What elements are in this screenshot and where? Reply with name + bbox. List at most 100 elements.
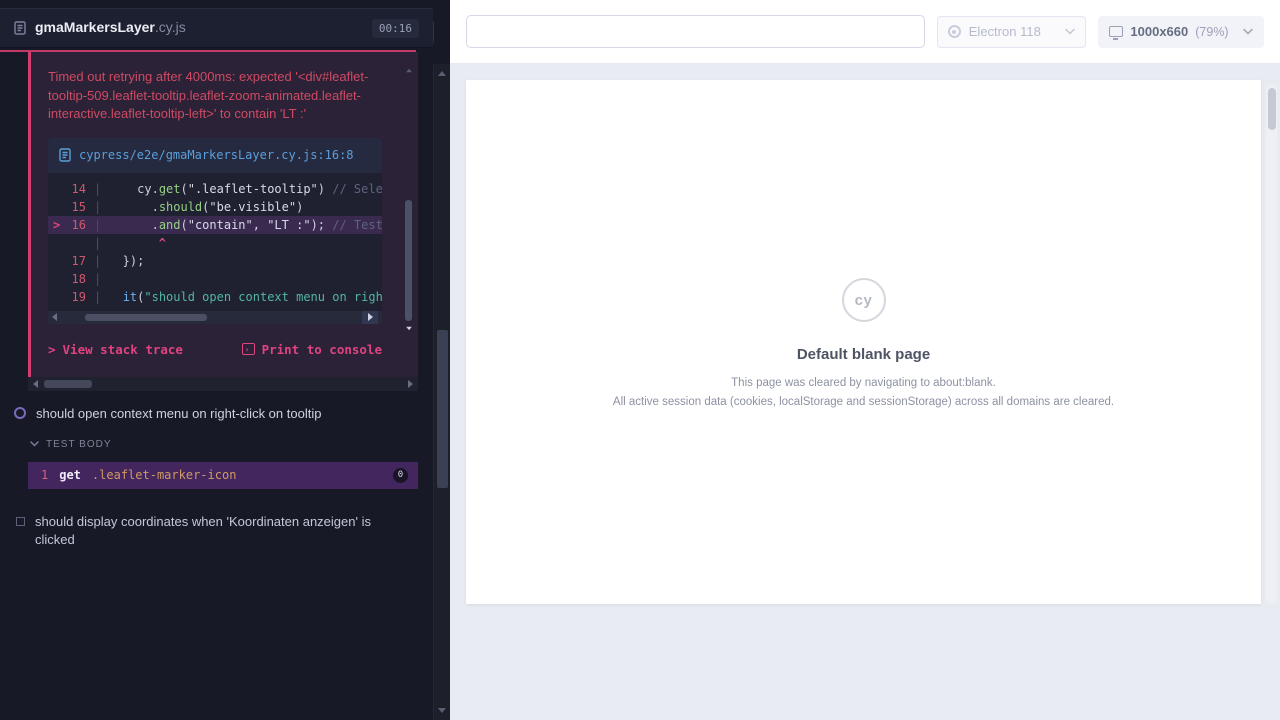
test-body-section[interactable]: TEST BODY (0, 429, 433, 458)
command-method: get (59, 468, 81, 482)
error-line-marker-icon: > (48, 216, 62, 234)
error-panel: Timed out retrying after 4000ms: expecte… (28, 52, 418, 377)
line-number: 19 (62, 288, 86, 306)
scroll-up-icon[interactable] (438, 71, 446, 76)
line-marker-spacer (48, 234, 62, 252)
pending-square-icon (16, 517, 25, 526)
hscroll-thumb[interactable] (85, 314, 207, 321)
code-lines: 14| cy.get(".leaflet-tooltip") // Sele15… (48, 173, 382, 311)
gutter-separator: | (94, 270, 101, 288)
line-marker-spacer (48, 180, 62, 198)
gutter-separator: | (94, 252, 101, 270)
error-message: Timed out retrying after 4000ms: expecte… (48, 68, 382, 124)
reporter-vscrollbar[interactable] (433, 64, 450, 720)
command-message: .leaflet-marker-icon (92, 468, 382, 482)
scroll-left-icon[interactable] (52, 313, 57, 321)
code-frame-file-link[interactable]: cypress/e2e/gmaMarkersLayer.cy.js:16:8 (79, 147, 354, 164)
chevron-down-icon (1065, 28, 1075, 35)
blank-page-title: Default blank page (466, 346, 1261, 363)
view-stack-trace-button[interactable]: > View stack trace (48, 342, 183, 357)
viewport-icon (1109, 26, 1123, 37)
test-title: should display coordinates when 'Koordin… (35, 513, 387, 549)
gutter-separator: | (94, 180, 101, 198)
app-stage: Electron 118 1000x660 (79%) cy Default b… (450, 0, 1280, 720)
test-body-label: TEST BODY (46, 439, 112, 450)
test-title: should open context menu on right-click … (36, 405, 321, 423)
viewport-selector[interactable]: 1000x660 (79%) (1098, 16, 1264, 48)
spec-file-icon (14, 21, 26, 35)
test-item-running[interactable]: should open context menu on right-click … (0, 391, 433, 429)
code-line: 18 | (48, 270, 382, 288)
line-number: 14 (62, 180, 86, 198)
scroll-down-icon[interactable] (438, 708, 446, 713)
code-frame-header[interactable]: cypress/e2e/gmaMarkersLayer.cy.js:16:8 (48, 138, 382, 173)
error-actions: > View stack trace › Print to console (48, 342, 382, 357)
scroll-up-icon[interactable] (406, 69, 412, 73)
spec-duration: 00:16 (372, 19, 419, 38)
blank-page-subtitle-1: This page was cleared by navigating to a… (466, 375, 1261, 391)
vscroll-thumb[interactable] (405, 200, 412, 321)
code-text: }); (108, 252, 144, 270)
code-text: it("should open context menu on righ (108, 288, 382, 306)
browser-name: Electron 118 (969, 24, 1058, 39)
line-marker-spacer (48, 288, 62, 306)
line-number: 17 (62, 252, 86, 270)
command-number: 1 (41, 468, 48, 482)
reporter-panel: Specs ✓ -- × 1 -- (0, 0, 450, 720)
line-marker-spacer (48, 252, 62, 270)
code-line: 17 | }); (48, 252, 382, 270)
scroll-down-icon[interactable] (406, 326, 412, 330)
reporter-content: gmaMarkersLayer.cy.js 00:16 Timed out re… (0, 0, 433, 720)
spec-name: gmaMarkersLayer.cy.js (35, 19, 186, 37)
test-item-pending[interactable]: should display coordinates when 'Koordin… (0, 499, 433, 555)
electron-browser-icon (948, 25, 961, 38)
code-text: .should("be.visible") (108, 198, 303, 216)
gutter-separator: | (94, 288, 101, 306)
scroll-left-icon[interactable] (33, 380, 38, 388)
command-log-row[interactable]: 1 get .leaflet-marker-icon 0 (28, 462, 418, 489)
print-to-console-button[interactable]: › Print to console (242, 342, 382, 357)
print-to-console-label: Print to console (262, 342, 382, 357)
line-marker-spacer (48, 270, 62, 288)
line-marker-spacer (48, 198, 62, 216)
command-count-badge: 0 (393, 468, 408, 483)
gutter-separator: | (94, 198, 101, 216)
url-input[interactable] (466, 15, 925, 48)
code-frame-hscrollbar[interactable] (48, 311, 382, 324)
code-line: 19 | it("should open context menu on righ (48, 288, 382, 306)
line-number: 15 (62, 198, 86, 216)
view-stack-trace-label: View stack trace (63, 342, 183, 357)
chevron-right-icon: > (48, 342, 56, 357)
error-panel-hscrollbar[interactable] (28, 377, 418, 391)
scroll-right-icon[interactable] (408, 380, 413, 388)
gutter-separator: | (94, 216, 101, 234)
chevron-down-icon (1243, 28, 1253, 35)
aut-frame: cy Default blank page This page was clea… (466, 80, 1261, 604)
line-number (62, 234, 86, 252)
hscroll-thumb[interactable] (44, 380, 92, 388)
code-line: 15 | .should("be.visible") (48, 198, 382, 216)
spec-header[interactable]: gmaMarkersLayer.cy.js 00:16 (0, 8, 433, 48)
browser-selector[interactable]: Electron 118 (937, 16, 1087, 48)
cypress-logo: cy (842, 278, 886, 322)
gutter-separator: | (94, 234, 101, 252)
code-line: | ^ (48, 234, 382, 252)
scroll-right-icon (368, 313, 373, 321)
browser-chrome-bar: Electron 118 1000x660 (79%) (450, 0, 1280, 64)
stage-vscrollbar[interactable] (1266, 84, 1277, 604)
vscroll-thumb[interactable] (1268, 88, 1276, 130)
code-text: ^ (108, 234, 166, 252)
scroll-right-button[interactable] (362, 311, 378, 324)
line-number: 16 (62, 216, 86, 234)
code-line: >16 | .and("contain", "LT :"); // Test (48, 216, 382, 234)
error-panel-vscrollbar[interactable] (404, 68, 413, 331)
vscroll-thumb[interactable] (437, 330, 448, 488)
running-spinner-icon (14, 407, 26, 419)
viewport-scale: (79%) (1195, 25, 1236, 39)
blank-page-subtitle-2: All active session data (cookies, localS… (466, 394, 1261, 410)
code-file-icon (59, 148, 71, 162)
code-frame: cypress/e2e/gmaMarkersLayer.cy.js:16:8 1… (48, 138, 382, 324)
aut-stage: cy Default blank page This page was clea… (450, 64, 1280, 720)
line-number: 18 (62, 270, 86, 288)
code-text: .and("contain", "LT :"); // Test (108, 216, 382, 234)
